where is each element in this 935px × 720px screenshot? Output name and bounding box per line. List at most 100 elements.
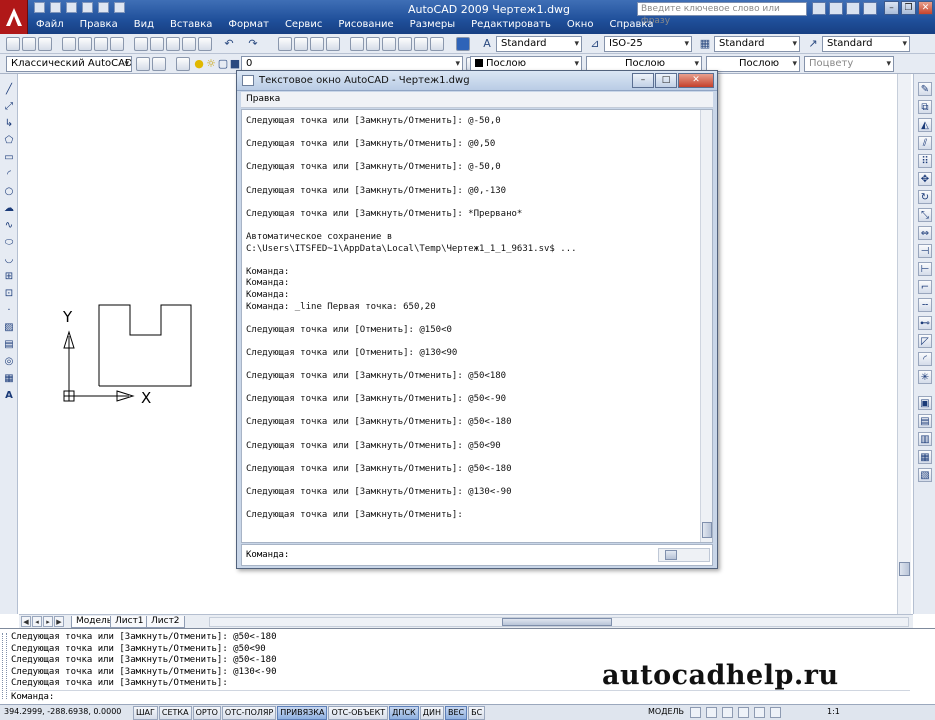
layer-properties-icon[interactable]	[152, 57, 166, 71]
block-editor-icon[interactable]	[198, 37, 212, 51]
menu-modify[interactable]: Редактировать	[463, 17, 559, 32]
text-window-maximize-button[interactable]: □	[655, 73, 677, 88]
revision-cloud-icon[interactable]: ☁	[3, 203, 15, 215]
menu-tools[interactable]: Сервис	[277, 17, 330, 32]
open-icon[interactable]	[22, 37, 36, 51]
text-window-menu-edit[interactable]: Правка	[246, 94, 280, 104]
zoom-status-icon[interactable]	[738, 707, 749, 718]
cursor-coordinates[interactable]: 394.2999, -288.6938, 0.0000	[4, 707, 121, 716]
plot-preview-icon[interactable]	[78, 37, 92, 51]
region-tool-icon[interactable]: ◎	[3, 356, 15, 368]
status-toggle-7[interactable]: ДИН	[419, 706, 444, 720]
status-toggle-5[interactable]: ОТС-ОБЪЕКТ	[328, 706, 389, 720]
status-toggle-1[interactable]: СЕТКА	[158, 706, 192, 720]
markup-icon[interactable]	[414, 37, 428, 51]
text-style-select[interactable]: Standard	[496, 36, 582, 52]
text-window-titlebar[interactable]: Текстовое окно AutoCAD - Чертеж1.dwg – □…	[237, 71, 717, 91]
model-space-button[interactable]: МОДЕЛЬ	[648, 707, 684, 716]
new-file-icon[interactable]	[34, 2, 45, 13]
array-icon[interactable]: ⠿	[918, 154, 932, 168]
prev-tab-icon[interactable]: ◂	[32, 616, 42, 627]
close-button[interactable]: ✕	[918, 1, 933, 15]
offset-icon[interactable]: ⫽	[918, 136, 932, 150]
break-icon[interactable]: ╌	[918, 298, 932, 312]
status-toggle-3[interactable]: ОТС-ПОЛЯР	[221, 706, 277, 720]
copy-object-icon[interactable]: ⧉	[918, 100, 932, 114]
mirror-icon[interactable]: ◭	[918, 118, 932, 132]
break-at-point-icon[interactable]: ⌐	[918, 280, 932, 294]
make-block-icon[interactable]: ⊡	[3, 288, 15, 300]
erase-icon[interactable]: ✎	[918, 82, 932, 96]
maximize-button[interactable]: ❐	[901, 1, 916, 15]
showmotion-icon[interactable]	[770, 707, 781, 718]
zoom-window-icon[interactable]	[310, 37, 324, 51]
lineweight-select[interactable]: Послою	[706, 56, 800, 72]
circle-tool-icon[interactable]: ○	[3, 186, 15, 198]
horizontal-scroll-thumb[interactable]	[502, 618, 612, 626]
star-icon[interactable]	[846, 2, 860, 15]
drawing-vertical-scrollbar[interactable]	[897, 74, 911, 614]
status-toggle-4[interactable]: ПРИВЯЗКА	[277, 706, 328, 720]
text-window-minimize-button[interactable]: –	[632, 73, 654, 88]
redo-icon[interactable]	[114, 2, 125, 13]
status-toggle-9[interactable]: БС	[468, 706, 486, 720]
autocad-logo-icon[interactable]	[0, 0, 28, 34]
quickcalc-icon[interactable]	[430, 37, 444, 51]
communication-icon[interactable]	[829, 2, 843, 15]
text-window-scroll-thumb[interactable]	[702, 522, 712, 538]
status-toggle-8[interactable]: ВЕС	[444, 706, 468, 720]
menu-help[interactable]: Справка	[601, 17, 661, 32]
last-tab-icon[interactable]: ▶	[54, 616, 64, 627]
open-file-icon[interactable]	[50, 2, 61, 13]
gradient-tool-icon[interactable]: ▤	[3, 339, 15, 351]
hatch-tool-icon[interactable]: ▨	[3, 322, 15, 334]
bring-above-icon[interactable]: ▦	[918, 450, 932, 464]
send-back-icon[interactable]: ▥	[918, 432, 932, 446]
table-style-select[interactable]: Standard	[714, 36, 800, 52]
zoom-realtime-icon[interactable]	[294, 37, 308, 51]
menu-format[interactable]: Формат	[220, 17, 277, 32]
zoom-previous-icon[interactable]	[326, 37, 340, 51]
first-tab-icon[interactable]: ◀	[21, 616, 31, 627]
status-toggle-2[interactable]: ОРТО	[192, 706, 221, 720]
draworder-icon[interactable]: ▣	[918, 396, 932, 410]
point-tool-icon[interactable]: ·	[3, 305, 15, 317]
steering-wheel-icon[interactable]	[754, 707, 765, 718]
fillet-icon[interactable]: ◜	[918, 352, 932, 366]
annotation-scale[interactable]: 1:1	[827, 707, 840, 716]
stretch-icon[interactable]: ⇔	[918, 226, 932, 240]
line-tool-icon[interactable]: ╱	[3, 84, 15, 96]
polyline-tool-icon[interactable]: ↳	[3, 118, 15, 130]
menu-window[interactable]: Окно	[559, 17, 602, 32]
layer-states-icon[interactable]	[176, 57, 190, 71]
chamfer-icon[interactable]: ◸	[918, 334, 932, 348]
tab-sheet1[interactable]: Лист1	[110, 616, 149, 628]
menu-dimension[interactable]: Размеры	[402, 17, 463, 32]
scale-icon[interactable]: ⤡	[918, 208, 932, 222]
trim-icon[interactable]: ⊣	[918, 244, 932, 258]
menu-file[interactable]: Файл	[28, 17, 72, 32]
cut-icon[interactable]	[134, 37, 148, 51]
multileader-style-select[interactable]: Standard	[822, 36, 910, 52]
insert-block-icon[interactable]: ⊞	[3, 271, 15, 283]
plot-style-select[interactable]: Поцвету	[804, 56, 894, 72]
new-icon[interactable]	[6, 37, 20, 51]
sheet-set-icon[interactable]	[398, 37, 412, 51]
binoculars-icon[interactable]	[812, 2, 826, 15]
design-center-icon[interactable]	[366, 37, 380, 51]
redo-arrow-icon[interactable]: ↷	[246, 37, 260, 51]
help-icon[interactable]	[863, 2, 877, 15]
polygon-tool-icon[interactable]: ⬠	[3, 135, 15, 147]
next-tab-icon[interactable]: ▸	[43, 616, 53, 627]
paste-icon[interactable]	[166, 37, 180, 51]
move-icon[interactable]: ✥	[918, 172, 932, 186]
ellipse-arc-icon[interactable]: ◡	[3, 254, 15, 266]
workspace-settings-icon[interactable]	[136, 57, 150, 71]
text-window-horizontal-scrollbar[interactable]	[658, 548, 710, 562]
minimize-button[interactable]: –	[884, 1, 899, 15]
status-toggle-0[interactable]: ШАГ	[133, 706, 158, 720]
pan-icon[interactable]	[278, 37, 292, 51]
save-icon[interactable]	[38, 37, 52, 51]
undo-arrow-icon[interactable]: ↶	[222, 37, 236, 51]
ellipse-tool-icon[interactable]: ⬭	[3, 237, 15, 249]
